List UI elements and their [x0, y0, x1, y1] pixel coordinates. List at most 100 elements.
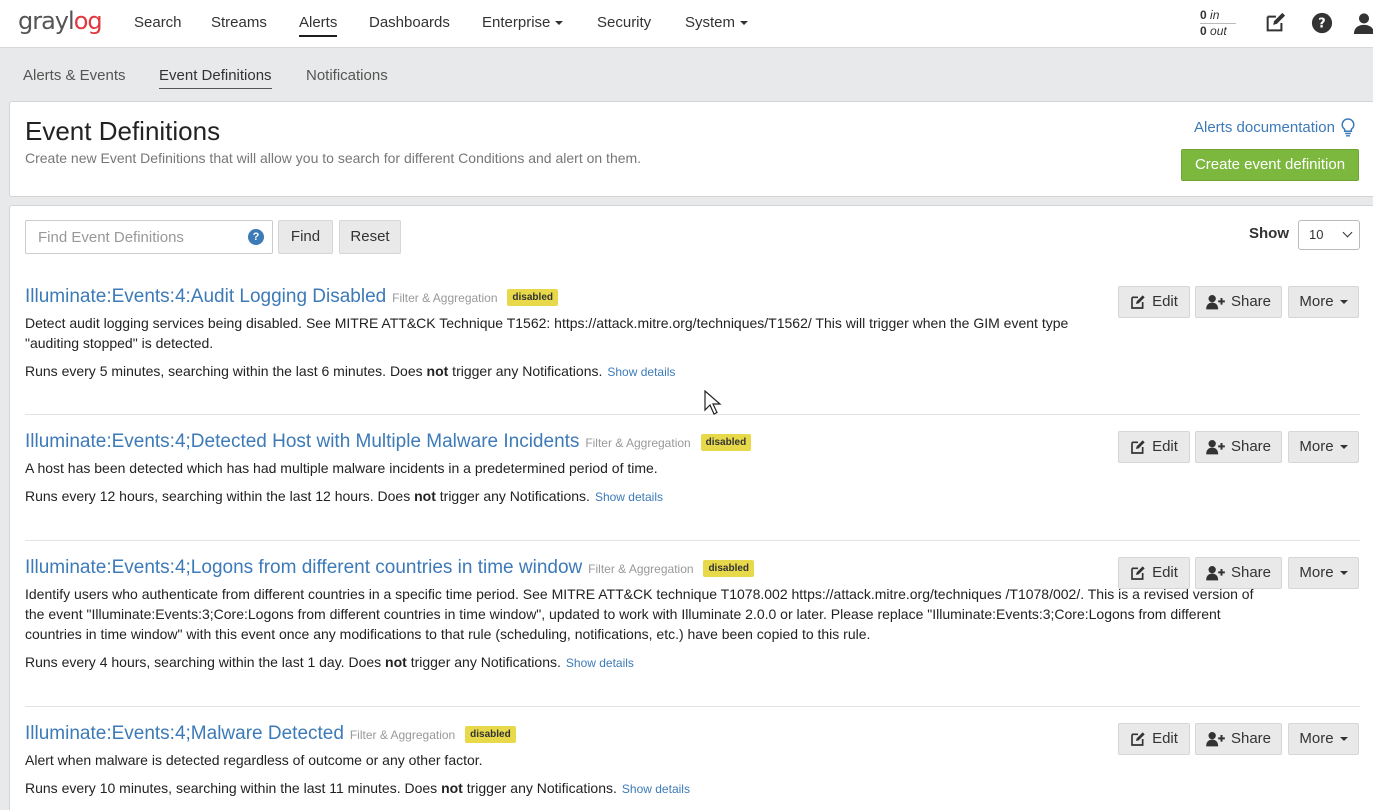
event-definition-description: Identify users who authenticate from dif…: [25, 586, 1254, 642]
show-details-link[interactable]: Show details: [607, 365, 675, 379]
more-dropdown-button[interactable]: More: [1288, 557, 1359, 589]
svg-text:?: ?: [1318, 17, 1325, 32]
nav-item-security[interactable]: Security: [597, 14, 651, 31]
edit-label: Edit: [1152, 438, 1178, 455]
show-details-link[interactable]: Show details: [622, 782, 690, 796]
event-definition-type: Filter & Aggregation: [585, 436, 691, 450]
event-definition-schedule: Runs every 5 minutes, searching within t…: [25, 363, 675, 379]
divider: [25, 414, 1360, 415]
event-definition-schedule: Runs every 4 hours, searching within the…: [25, 654, 634, 670]
entry-title-row: Illuminate:Events:4;Logons from differen…: [25, 557, 755, 579]
share-button[interactable]: Share: [1195, 431, 1282, 463]
page-title: Event Definitions: [25, 116, 221, 146]
edit-button[interactable]: Edit: [1118, 723, 1190, 755]
tab-event-definitions[interactable]: Event Definitions: [159, 67, 272, 89]
edit-button[interactable]: Edit: [1118, 431, 1190, 463]
share-button[interactable]: Share: [1195, 723, 1282, 755]
event-definition-item: Illuminate:Events:4;Malware Detected Fil…: [25, 723, 1360, 810]
edit-icon: [1131, 440, 1145, 454]
throughput-out-label: out: [1210, 24, 1227, 38]
create-event-definition-button[interactable]: Create event definition: [1181, 149, 1359, 181]
more-dropdown-button[interactable]: More: [1288, 431, 1359, 463]
edit-button[interactable]: Edit: [1118, 286, 1190, 318]
tab-notifications[interactable]: Notifications: [306, 67, 388, 84]
search-input[interactable]: [26, 221, 236, 253]
event-definition-title[interactable]: Illuminate:Events:4;Detected Host with M…: [25, 431, 579, 452]
chevron-down-icon: [1339, 571, 1348, 575]
event-definition-title[interactable]: Illuminate:Events:4:Audit Logging Disabl…: [25, 286, 386, 307]
status-badge: disabled: [507, 289, 558, 306]
nav-item-dashboards[interactable]: Dashboards: [369, 14, 450, 31]
schedule-emphasis: not: [385, 654, 407, 670]
logo-text: grayl: [18, 7, 75, 35]
share-button[interactable]: Share: [1195, 286, 1282, 318]
tab-alerts-events[interactable]: Alerts & Events: [23, 67, 126, 84]
show-details-link[interactable]: Show details: [595, 490, 663, 504]
search-box: ?: [25, 220, 273, 254]
event-definition-schedule: Runs every 12 hours, searching within th…: [25, 488, 663, 504]
event-definition-title[interactable]: Illuminate:Events:4;Malware Detected: [25, 723, 344, 744]
schedule-text: Runs every 5 minutes, searching within t…: [25, 363, 427, 379]
help-icon[interactable]: ?: [1311, 12, 1333, 34]
event-definition-item: Illuminate:Events:4;Detected Host with M…: [25, 431, 1360, 541]
schedule-text: trigger any Notifications.: [448, 363, 603, 379]
chevron-down-icon: [1339, 445, 1348, 449]
edit-button[interactable]: Edit: [1118, 557, 1190, 589]
chevron-down-icon: [1342, 227, 1353, 238]
event-definition-description: A host has been detected which has had m…: [25, 460, 658, 476]
page-size-value: 10: [1309, 227, 1324, 242]
more-dropdown-button[interactable]: More: [1288, 286, 1359, 318]
event-definition-description: Detect audit logging services being disa…: [25, 315, 1069, 351]
event-definitions-list-panel: ? Find Reset Show 10 Illuminate:Events:4…: [9, 205, 1373, 810]
throughput-indicator[interactable]: 0 in 0 out: [1200, 8, 1236, 39]
event-definition-type: Filter & Aggregation: [392, 291, 498, 305]
more-dropdown-button[interactable]: More: [1288, 723, 1359, 755]
edit-label: Edit: [1152, 730, 1178, 747]
event-definition-type: Filter & Aggregation: [588, 562, 694, 576]
event-definition-item: Illuminate:Events:4;Logons from differen…: [25, 557, 1360, 707]
nav-item-system[interactable]: System: [685, 14, 749, 31]
share-button[interactable]: Share: [1195, 557, 1282, 589]
user-plus-icon: [1206, 440, 1225, 455]
nav-item-enterprise-label: Enterprise: [482, 14, 551, 31]
graylog-logo[interactable]: graylog: [18, 7, 103, 35]
schedule-text: Runs every 12 hours, searching within th…: [25, 488, 415, 504]
chevron-down-icon: [1339, 737, 1348, 741]
divider: [25, 540, 1360, 541]
entry-title-row: Illuminate:Events:4;Malware Detected Fil…: [25, 723, 516, 745]
user-icon[interactable]: [1353, 12, 1373, 34]
alerts-documentation-link[interactable]: Alerts documentation: [1194, 118, 1355, 137]
share-label: Share: [1230, 438, 1272, 455]
event-definition-schedule: Runs every 10 minutes, searching within …: [25, 780, 690, 796]
nav-item-enterprise[interactable]: Enterprise: [482, 14, 564, 31]
show-details-link[interactable]: Show details: [566, 656, 634, 670]
mouse-cursor-icon: [704, 390, 722, 415]
chevron-down-icon: [1339, 300, 1348, 304]
edit-icon[interactable]: [1264, 12, 1286, 34]
status-badge: disabled: [700, 434, 752, 451]
logo-accent-text: og: [73, 7, 103, 35]
event-definition-title[interactable]: Illuminate:Events:4;Logons from differen…: [25, 557, 582, 578]
edit-icon: [1131, 566, 1145, 580]
nav-item-search[interactable]: Search: [134, 14, 182, 31]
share-label: Share: [1230, 730, 1272, 747]
page-size-label: Show: [1249, 225, 1289, 242]
share-label: Share: [1230, 293, 1272, 310]
nav-item-alerts[interactable]: Alerts: [299, 14, 338, 37]
reset-button[interactable]: Reset: [339, 220, 401, 254]
find-button[interactable]: Find: [278, 220, 333, 254]
more-label: More: [1299, 438, 1334, 455]
nav-item-streams[interactable]: Streams: [211, 14, 267, 31]
page-description: Create new Event Definitions that will a…: [25, 150, 642, 166]
event-definition-item: Illuminate:Events:4:Audit Logging Disabl…: [25, 286, 1360, 416]
edit-icon: [1131, 295, 1145, 309]
schedule-emphasis: not: [426, 363, 449, 379]
edit-icon: [1131, 732, 1145, 746]
page-size-select[interactable]: 10: [1298, 220, 1360, 250]
throughput-out-value: 0: [1200, 24, 1207, 38]
search-help-icon[interactable]: ?: [248, 229, 264, 245]
event-definition-type: Filter & Aggregation: [349, 728, 456, 742]
user-plus-icon: [1206, 732, 1225, 747]
schedule-text: trigger any Notifications.: [406, 654, 561, 670]
page-header-panel: Event Definitions Create new Event Defin…: [9, 101, 1373, 197]
